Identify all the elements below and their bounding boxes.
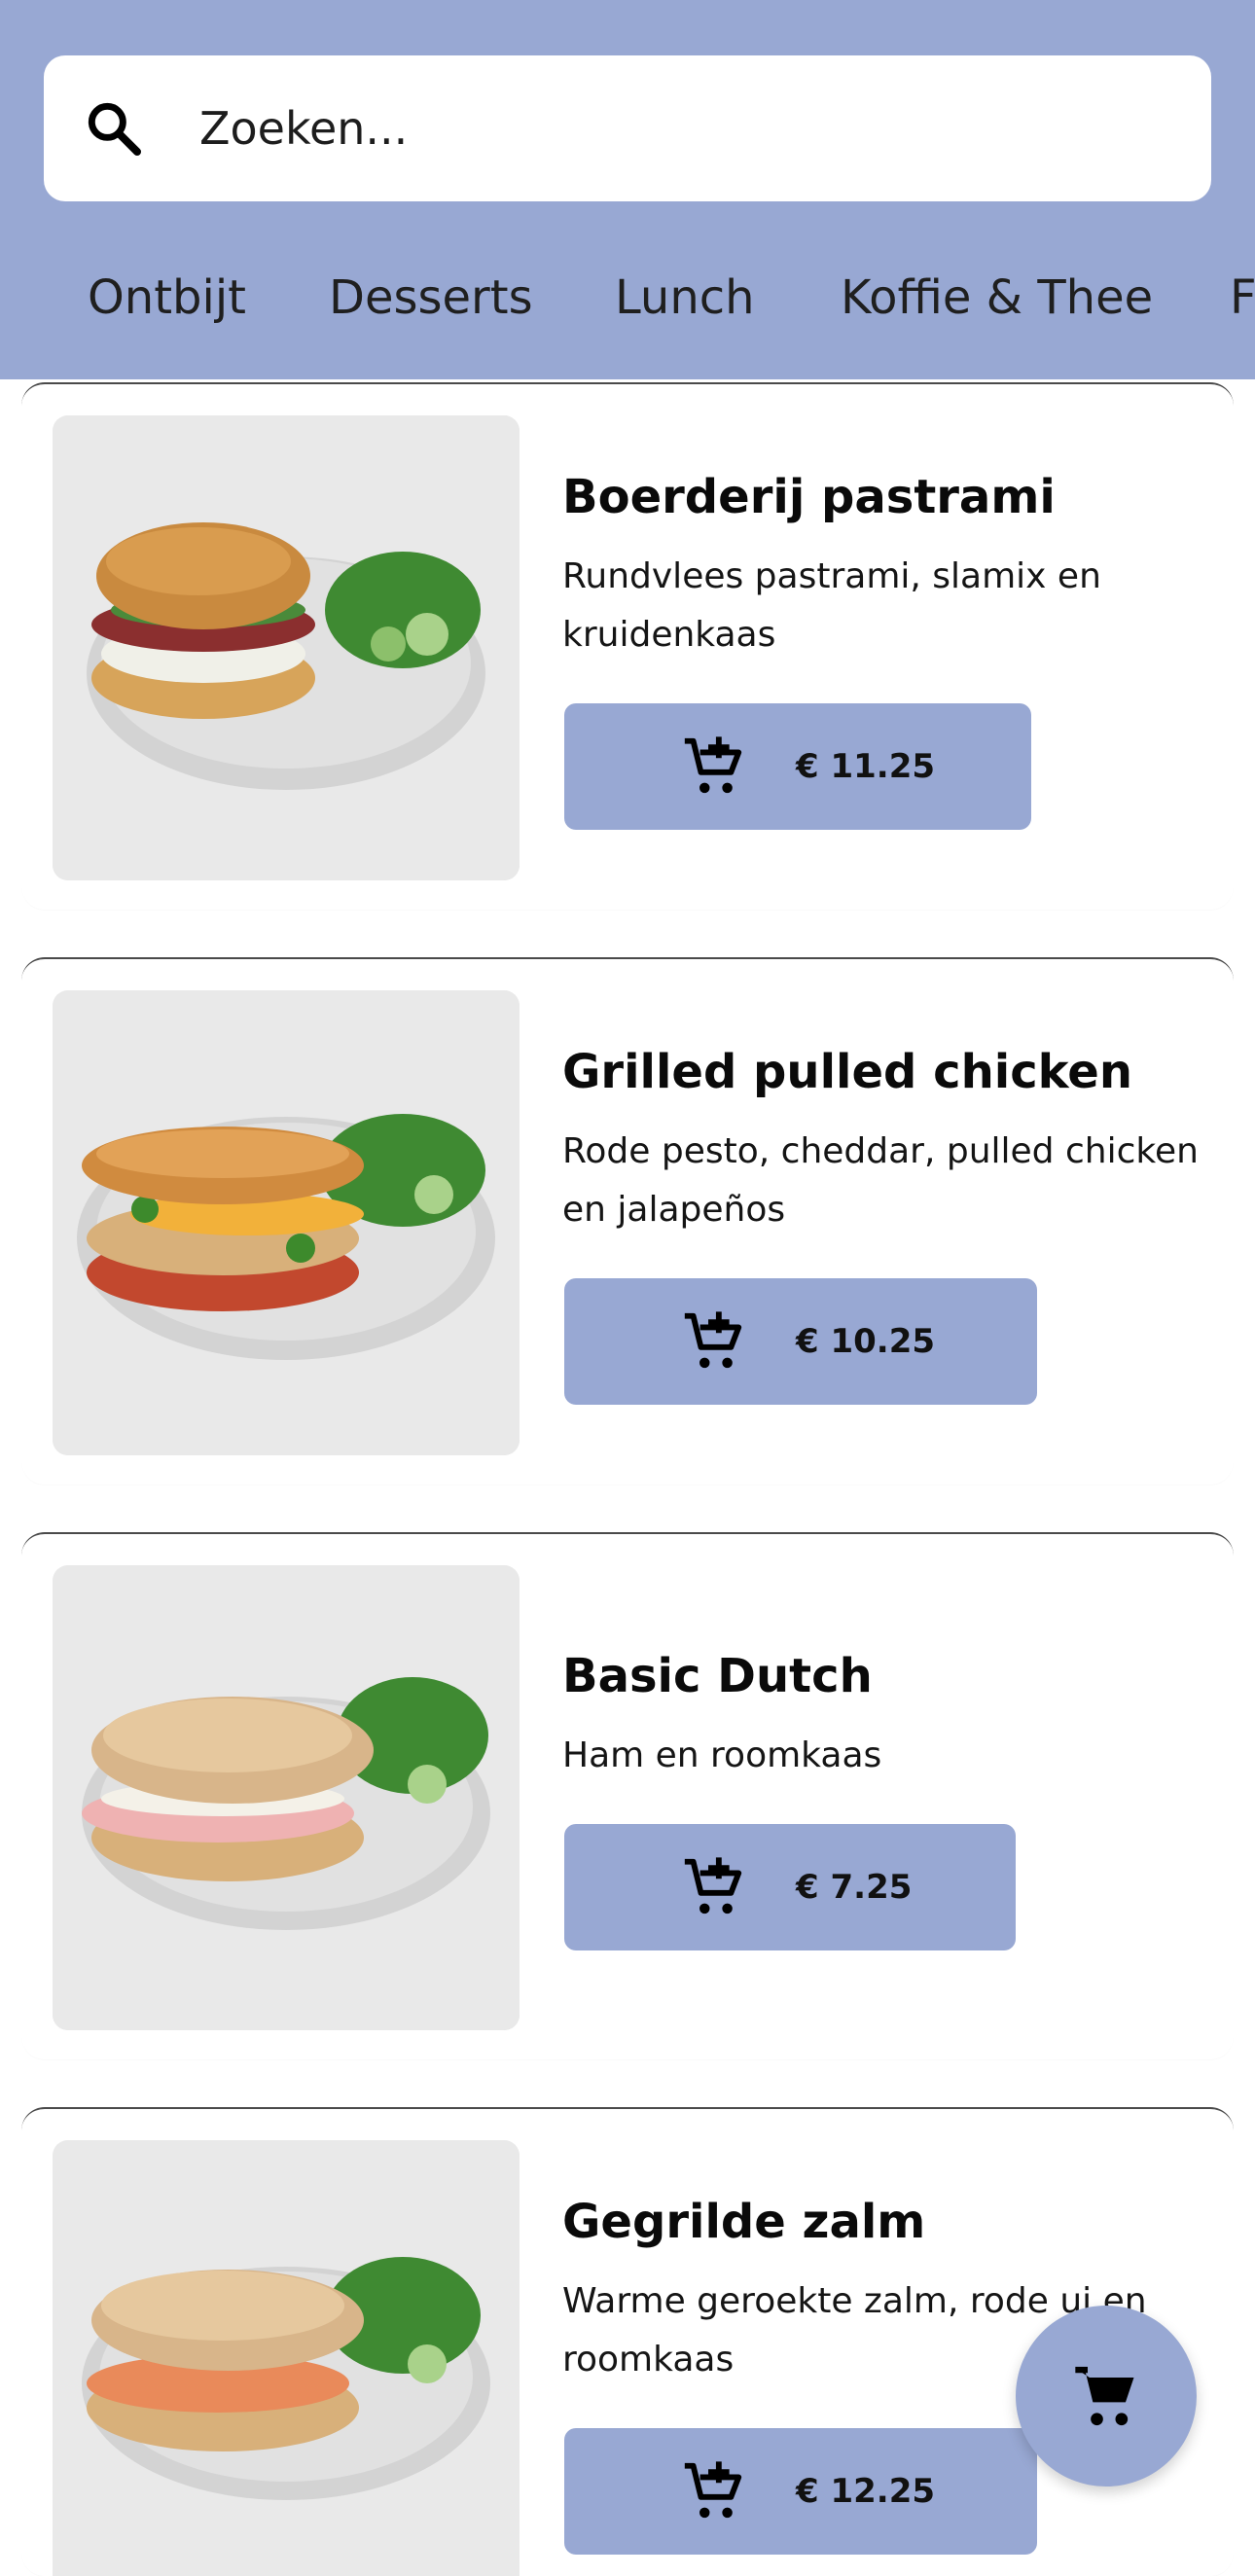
add-to-cart-icon: [684, 1857, 742, 1914]
tab-desserts[interactable]: Desserts: [329, 270, 533, 325]
product-description: Rundvlees pastrami, slamix en kruidenkaa…: [562, 556, 1101, 655]
price-label: € 12.25: [796, 2472, 936, 2511]
add-to-cart-button[interactable]: € 12.25: [564, 2428, 1037, 2555]
product-card[interactable]: Basic Dutch Ham en roomkaas € 7.25: [21, 1532, 1234, 2059]
product-description: Rode pesto, cheddar, pulled chicken en j…: [562, 1131, 1199, 1230]
price-label: € 10.25: [796, 1322, 936, 1361]
search-icon: [88, 102, 141, 156]
shopping-cart-icon: [1075, 2366, 1134, 2426]
product-title: Grilled pulled chicken: [562, 1045, 1133, 1099]
price-label: € 7.25: [796, 1868, 913, 1907]
product-title: Gegrilde zalm: [562, 2195, 926, 2249]
add-to-cart-button[interactable]: € 10.25: [564, 1278, 1037, 1405]
product-photo-pulled-chicken: [53, 990, 520, 1455]
add-to-cart-button[interactable]: € 11.25: [564, 703, 1031, 830]
product-card[interactable]: Boerderij pastrami Rundvlees pastrami, s…: [21, 382, 1234, 910]
tab-lunch[interactable]: Lunch: [615, 270, 755, 325]
tab-ontbijt[interactable]: Ontbijt: [88, 270, 246, 325]
add-to-cart-icon: [684, 736, 742, 794]
product-title: Basic Dutch: [562, 1649, 873, 1703]
tab-next-partial[interactable]: F: [1230, 270, 1255, 325]
tab-koffie-thee[interactable]: Koffie & Thee: [841, 270, 1153, 325]
product-card[interactable]: Grilled pulled chicken Rode pesto, chedd…: [21, 957, 1234, 1485]
category-tabs: Ontbijt Desserts Lunch Koffie & Thee F: [0, 253, 1255, 350]
add-to-cart-icon: [684, 1311, 742, 1369]
search-bar[interactable]: Zoeken...: [44, 55, 1211, 201]
product-photo-basic-dutch: [53, 1565, 520, 2030]
cart-button[interactable]: [1016, 2306, 1197, 2487]
add-to-cart-button[interactable]: € 7.25: [564, 1824, 1016, 1950]
price-label: € 11.25: [796, 747, 936, 786]
add-to-cart-icon: [684, 2461, 742, 2519]
product-photo-pastrami: [53, 415, 520, 880]
product-description: Ham en roomkaas: [562, 1735, 882, 1775]
product-title: Boerderij pastrami: [562, 470, 1056, 524]
top-bar: Zoeken... Ontbijt Desserts Lunch Koffie …: [0, 0, 1255, 379]
product-photo-gegrilde-zalm: [53, 2140, 520, 2576]
search-input[interactable]: Zoeken...: [199, 55, 408, 201]
